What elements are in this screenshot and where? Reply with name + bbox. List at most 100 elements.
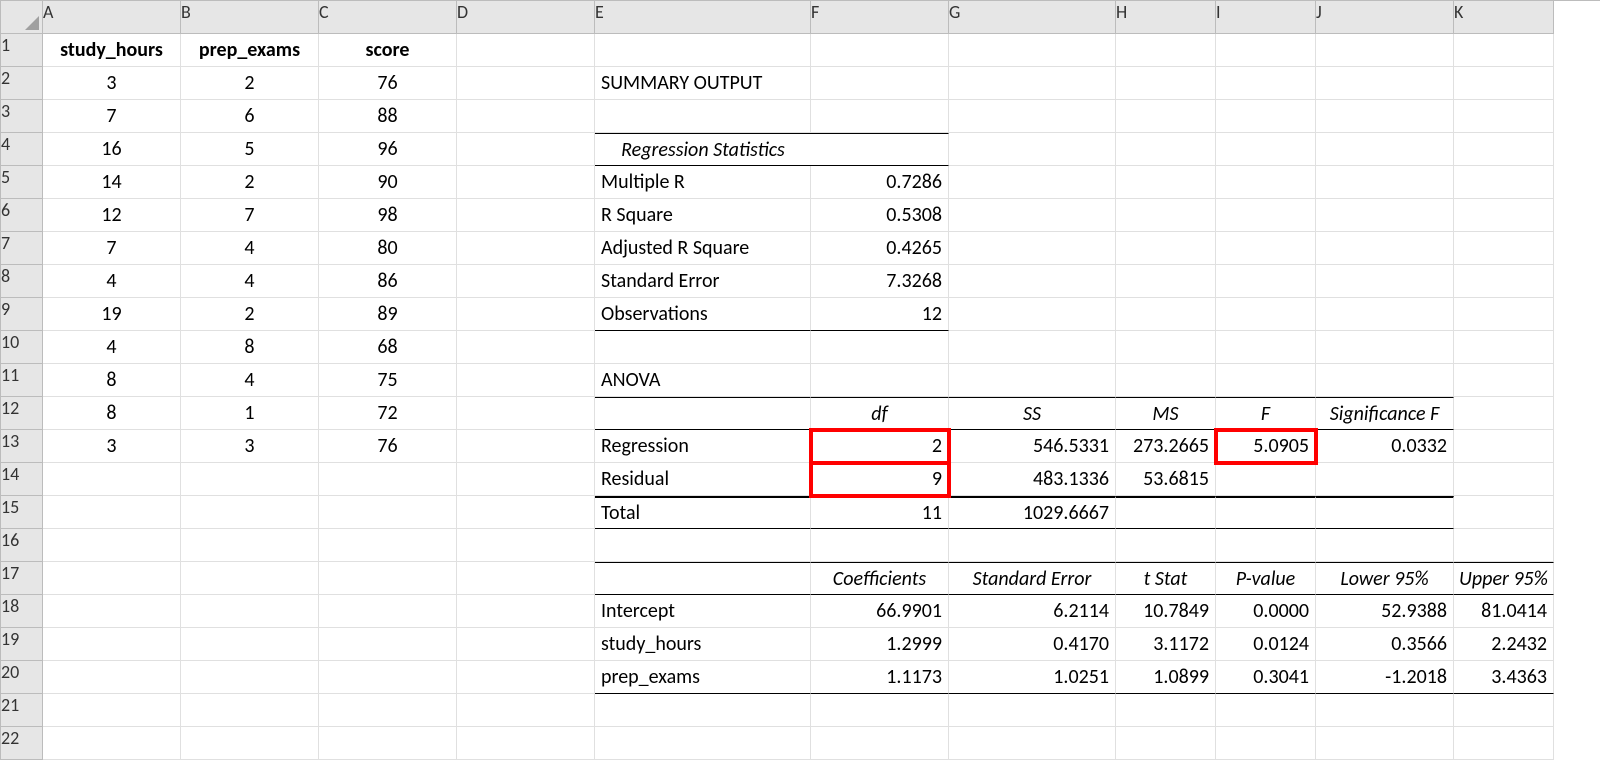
cell-C15[interactable] (319, 496, 457, 529)
cell-H10[interactable] (1116, 331, 1216, 364)
cell-B13[interactable]: 3 (181, 430, 319, 463)
col-header-I[interactable]: I (1216, 1, 1316, 34)
cell-C17[interactable] (319, 562, 457, 595)
cell-D7[interactable] (457, 232, 595, 265)
cell-E6[interactable]: R Square (595, 199, 811, 232)
cell-H6[interactable] (1116, 199, 1216, 232)
cell-I1[interactable] (1216, 34, 1316, 67)
row-header-2[interactable]: 2 (1, 67, 43, 100)
cell-I12[interactable]: F (1216, 397, 1316, 430)
cell-A7[interactable]: 7 (43, 232, 181, 265)
cell-G19[interactable]: 0.4170 (949, 628, 1116, 661)
cell-C2[interactable]: 76 (319, 67, 457, 100)
cell-H7[interactable] (1116, 232, 1216, 265)
row-header-15[interactable]: 15 (1, 496, 43, 529)
cell-F16[interactable] (811, 529, 949, 562)
cell-H18[interactable]: 10.7849 (1116, 595, 1216, 628)
cell-G1[interactable] (949, 34, 1116, 67)
cell-F8[interactable]: 7.3268 (811, 265, 949, 298)
row-header-13[interactable]: 13 (1, 430, 43, 463)
cell-G16[interactable] (949, 529, 1116, 562)
cell-I10[interactable] (1216, 331, 1316, 364)
cell-K18[interactable]: 81.0414 (1454, 595, 1554, 628)
cell-C10[interactable]: 68 (319, 331, 457, 364)
col-header-K[interactable]: K (1454, 1, 1554, 34)
cell-D12[interactable] (457, 397, 595, 430)
cell-B15[interactable] (181, 496, 319, 529)
cell-I5[interactable] (1216, 166, 1316, 199)
cell-E10[interactable] (595, 331, 811, 364)
cell-G5[interactable] (949, 166, 1116, 199)
cell-G12[interactable]: SS (949, 397, 1116, 430)
cell-H8[interactable] (1116, 265, 1216, 298)
cell-I8[interactable] (1216, 265, 1316, 298)
col-header-B[interactable]: B (181, 1, 319, 34)
col-header-A[interactable]: A (43, 1, 181, 34)
cell-F22[interactable] (811, 727, 949, 760)
cell-K16[interactable] (1454, 529, 1554, 562)
cell-E4[interactable]: Regression Statistics (595, 133, 811, 166)
cell-G13[interactable]: 546.5331 (949, 430, 1116, 463)
cell-F14-highlighted[interactable]: 9 (811, 463, 949, 496)
cell-D1[interactable] (457, 34, 595, 67)
select-all-button[interactable] (1, 1, 43, 34)
cell-A18[interactable] (43, 595, 181, 628)
cell-A13[interactable]: 3 (43, 430, 181, 463)
cell-D2[interactable] (457, 67, 595, 100)
cell-J10[interactable] (1316, 331, 1454, 364)
row-header-5[interactable]: 5 (1, 166, 43, 199)
cell-H5[interactable] (1116, 166, 1216, 199)
col-header-H[interactable]: H (1116, 1, 1216, 34)
cell-J14[interactable] (1316, 463, 1454, 496)
cell-F2[interactable] (811, 67, 949, 100)
row-header-12[interactable]: 12 (1, 397, 43, 430)
cell-A2[interactable]: 3 (43, 67, 181, 100)
cell-F10[interactable] (811, 331, 949, 364)
cell-C11[interactable]: 75 (319, 364, 457, 397)
cell-H13[interactable]: 273.2665 (1116, 430, 1216, 463)
cell-I9[interactable] (1216, 298, 1316, 331)
cell-I19[interactable]: 0.0124 (1216, 628, 1316, 661)
cell-I21[interactable] (1216, 694, 1316, 727)
col-header-C[interactable]: C (319, 1, 457, 34)
cell-K1[interactable] (1454, 34, 1554, 67)
cell-K12[interactable] (1454, 397, 1554, 430)
cell-H14[interactable]: 53.6815 (1116, 463, 1216, 496)
cell-F3[interactable] (811, 100, 949, 133)
cell-J13[interactable]: 0.0332 (1316, 430, 1454, 463)
cell-J9[interactable] (1316, 298, 1454, 331)
cell-B20[interactable] (181, 661, 319, 694)
cell-E3[interactable] (595, 100, 811, 133)
cell-F6[interactable]: 0.5308 (811, 199, 949, 232)
cell-D22[interactable] (457, 727, 595, 760)
cell-F15[interactable]: 11 (811, 496, 949, 529)
row-header-8[interactable]: 8 (1, 265, 43, 298)
cell-I17[interactable]: P-value (1216, 562, 1316, 595)
cell-G17[interactable]: Standard Error (949, 562, 1116, 595)
row-header-14[interactable]: 14 (1, 463, 43, 496)
row-header-3[interactable]: 3 (1, 100, 43, 133)
cell-I6[interactable] (1216, 199, 1316, 232)
col-header-J[interactable]: J (1316, 1, 1454, 34)
cell-D18[interactable] (457, 595, 595, 628)
cell-F20[interactable]: 1.1173 (811, 661, 949, 694)
cell-E14[interactable]: Residual (595, 463, 811, 496)
cell-C14[interactable] (319, 463, 457, 496)
cell-F11[interactable] (811, 364, 949, 397)
cell-D10[interactable] (457, 331, 595, 364)
cell-A17[interactable] (43, 562, 181, 595)
cell-E16[interactable] (595, 529, 811, 562)
cell-A8[interactable]: 4 (43, 265, 181, 298)
cell-E12[interactable] (595, 397, 811, 430)
cell-J7[interactable] (1316, 232, 1454, 265)
cell-A15[interactable] (43, 496, 181, 529)
cell-G15[interactable]: 1029.6667 (949, 496, 1116, 529)
cell-I18[interactable]: 0.0000 (1216, 595, 1316, 628)
cell-J12[interactable]: Significance F (1316, 397, 1454, 430)
cell-H11[interactable] (1116, 364, 1216, 397)
cell-D13[interactable] (457, 430, 595, 463)
cell-F1[interactable] (811, 34, 949, 67)
cell-J17[interactable]: Lower 95% (1316, 562, 1454, 595)
cell-J11[interactable] (1316, 364, 1454, 397)
cell-G7[interactable] (949, 232, 1116, 265)
